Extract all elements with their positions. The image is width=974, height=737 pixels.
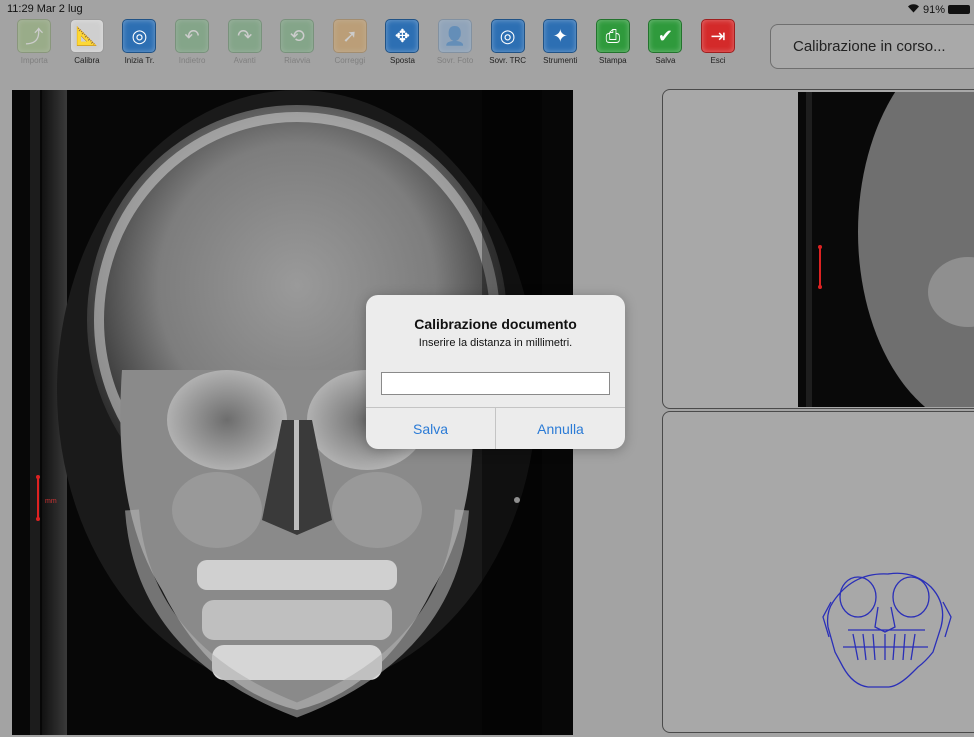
toolbar-stampa-button[interactable]: ⎙ Stampa [587,19,640,85]
toolbar-sovr-foto-button[interactable]: 👤 Sovr. Foto [429,19,482,85]
toolbar-inizia-button[interactable]: ◎ Inizia Tr. [113,19,166,85]
toolbar-importa-button[interactable]: ⤴ Importa [8,19,61,85]
undo-arrow-icon: ↶ [175,19,210,53]
calibration-point-bottom[interactable] [36,517,40,521]
calibration-point-top[interactable] [36,475,40,479]
toolbar-esci-button[interactable]: ⇥ Esci [692,19,745,85]
save-button[interactable]: Salva [366,408,495,449]
toolbar-sposta-button[interactable]: ✥ Sposta [376,19,429,85]
toolbar-sovr-trc-label: Sovr. TRC [489,56,527,65]
trace-overlay-icon: ◎ [490,19,525,53]
photo-overlay-icon: 👤 [438,19,473,53]
toolbar-indietro-label: Indietro [178,56,206,65]
skull-trace-drawing [822,572,952,688]
calibration-status-box: Calibrazione in corso... [770,24,974,69]
calibrate-ruler-icon: 📐 [69,19,104,53]
toolbar-avanti-button[interactable]: ↷ Avanti [218,19,271,85]
toolbar-salva-button[interactable]: ✔ Salva [639,19,692,85]
xray-thumbnail [798,92,974,407]
calibration-marker[interactable] [37,477,39,519]
toolbar-strumenti-button[interactable]: ✦ Strumenti [534,19,587,85]
calibration-unit-label: mm [45,498,57,505]
save-check-icon: ✔ [648,19,683,53]
battery-icon [948,5,970,14]
printer-icon: ⎙ [595,19,630,53]
magic-wand-icon: ✦ [543,19,578,53]
preview-panel-trace[interactable] [662,411,974,733]
toolbar-salva-label: Salva [655,56,676,65]
toolbar-sovr-foto-label: Sovr. Foto [436,56,474,65]
distance-mm-input[interactable] [381,372,610,395]
toolbar-sposta-label: Sposta [390,56,415,65]
start-trace-icon: ◎ [122,19,157,53]
wifi-icon [907,3,920,16]
toolbar-esci-label: Esci [710,56,726,65]
toolbar-correggi-label: Correggi [334,56,366,65]
calibration-dialog: Calibrazione documento Inserire la dista… [366,295,625,449]
restart-icon: ⟲ [280,19,315,53]
dialog-message: Inserire la distanza in millimetri. [418,337,573,349]
move-arrows-icon: ✥ [385,19,420,53]
redo-arrow-icon: ↷ [227,19,262,53]
toolbar: ⤴ Importa 📐 Calibra ◎ Inizia Tr. ↶ Indietro ↷ Ava… [8,19,744,85]
dialog-button-row: Salva Annulla [366,407,625,449]
dialog-title: Calibrazione documento [414,316,577,332]
toolbar-stampa-label: Stampa [599,56,627,65]
exit-door-icon: ⇥ [701,19,736,53]
toolbar-calibra-label: Calibra [74,56,100,65]
status-right: 91% [907,3,970,16]
toolbar-riavvia-label: Riavvia [284,56,311,65]
status-time: 11:29 Mar 2 lug [7,3,83,15]
toolbar-avanti-label: Avanti [233,56,256,65]
import-icon: ⤴ [17,19,52,53]
correct-pointer-icon: ➚ [332,19,367,53]
toolbar-riavvia-button[interactable]: ⟲ Riavvia [271,19,324,85]
toolbar-indietro-button[interactable]: ↶ Indietro [166,19,219,85]
toolbar-sovr-trc-button[interactable]: ◎ Sovr. TRC [481,19,534,85]
preview-panel-xray[interactable] [662,89,974,409]
battery-percent: 91% [922,3,945,16]
status-bar: 11:29 Mar 2 lug 91% [0,0,974,18]
toolbar-strumenti-label: Strumenti [543,56,578,65]
toolbar-importa-label: Importa [20,56,48,65]
calibration-status-text: Calibrazione in corso... [793,38,946,55]
toolbar-correggi-button[interactable]: ➚ Correggi [324,19,377,85]
toolbar-calibra-button[interactable]: 📐 Calibra [61,19,114,85]
toolbar-inizia-label: Inizia Tr. [124,56,155,65]
cancel-button[interactable]: Annulla [495,408,625,449]
